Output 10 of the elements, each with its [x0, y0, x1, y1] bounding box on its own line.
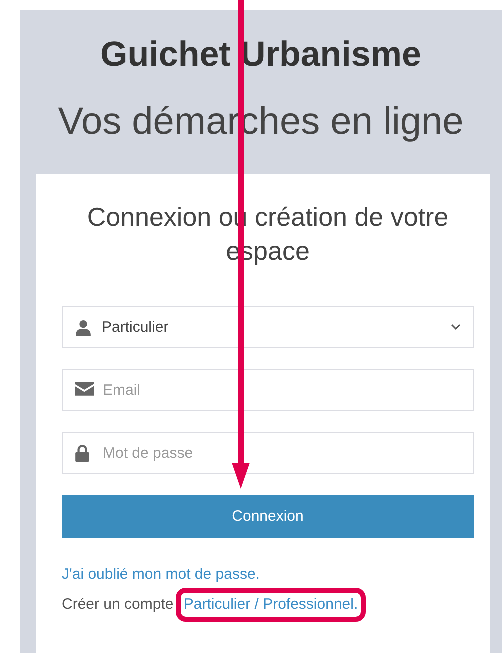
account-type-select[interactable]: Particulier [62, 306, 474, 348]
password-field[interactable]: Mot de passe [62, 432, 474, 474]
create-account-label: Créer un compte [62, 596, 174, 613]
forgot-password-link[interactable]: J'ai oublié mon mot de passe. [62, 566, 260, 583]
login-button[interactable]: Connexion [62, 495, 474, 538]
site-title: Guichet Urbanisme [100, 34, 422, 76]
email-field[interactable]: Email [62, 369, 474, 411]
chevron-down-icon [451, 324, 461, 330]
create-account-link[interactable]: Particulier / Professionnel. [184, 596, 358, 613]
person-icon [75, 318, 92, 336]
